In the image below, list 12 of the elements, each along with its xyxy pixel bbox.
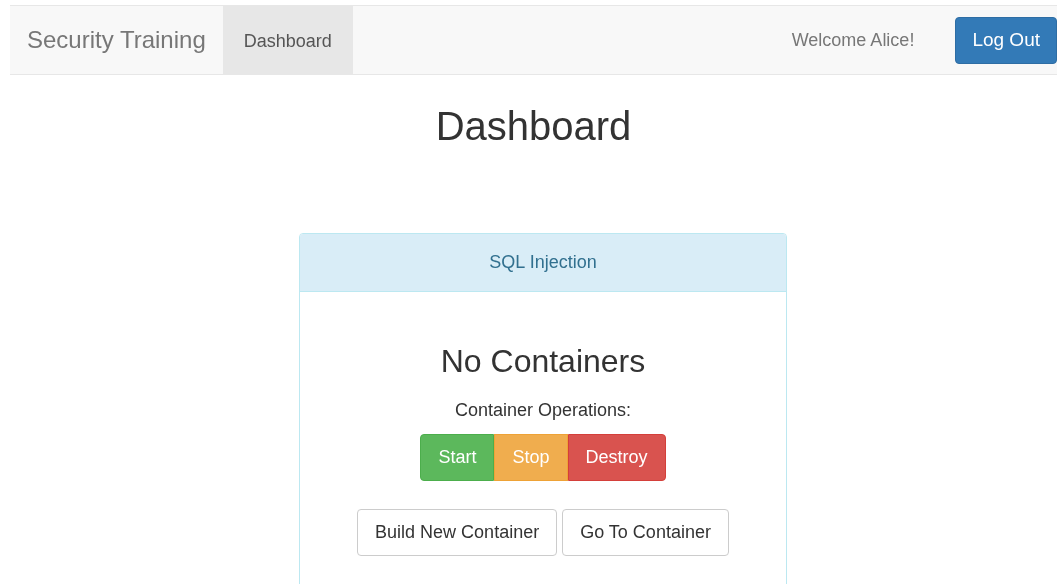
start-button[interactable]: Start (420, 434, 495, 481)
panel-heading: SQL Injection (300, 234, 786, 292)
destroy-button[interactable]: Destroy (567, 434, 666, 481)
welcome-text: Welcome Alice! (791, 29, 915, 51)
brand-link[interactable]: Security Training (10, 5, 223, 75)
status-heading: No Containers (440, 342, 646, 381)
page-title: Dashboard (434, 103, 633, 150)
action-button[interactable]: Build New Container (357, 509, 558, 556)
nav-tab[interactable]: Dashboard (222, 6, 353, 74)
operations-label: Container Operations: (454, 399, 632, 421)
logout-button[interactable]: Log Out (955, 16, 1057, 64)
action-button[interactable]: Go To Container (562, 509, 729, 556)
